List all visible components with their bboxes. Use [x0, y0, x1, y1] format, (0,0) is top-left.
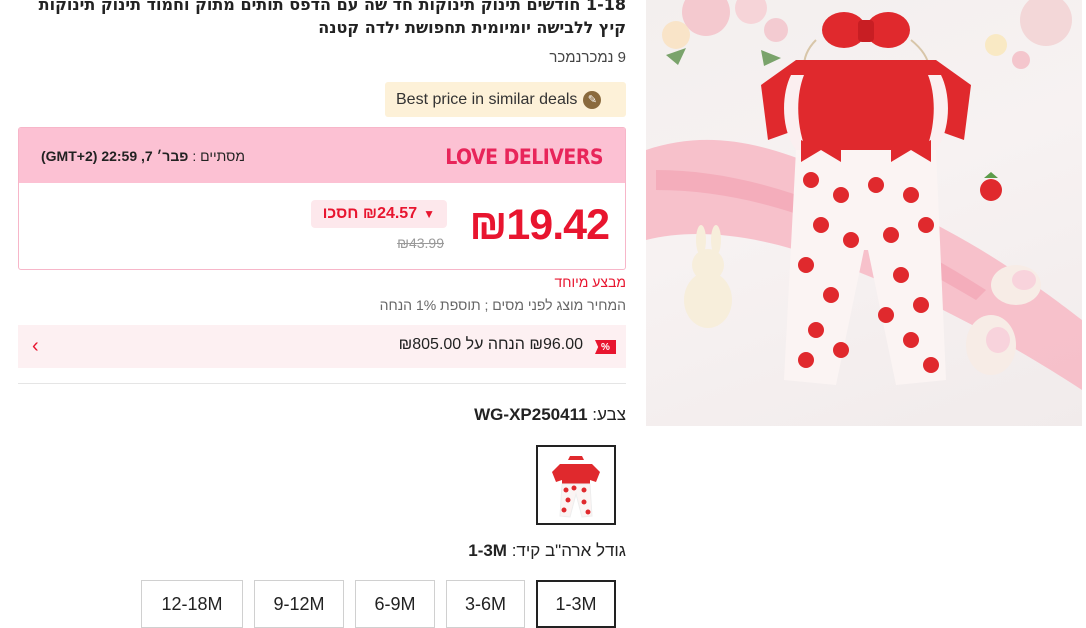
tax-note: המחיר מוצג לפני מסים ; תוספת 1% הנחה	[379, 297, 626, 313]
product-title-line-2: קיץ ללבישה יומיומית תחפושת ילדה קטנה	[318, 18, 626, 37]
product-image[interactable]	[646, 0, 1082, 426]
savings-badge: ▼ ₪24.57 חסכו	[310, 200, 447, 228]
product-title-line-1: 1-18 חודשים תינוק תינוקות חד שה עם הדפס …	[38, 0, 626, 14]
size-value: 1-3M	[468, 541, 507, 560]
price-box: LOVE DELIVERS מסתיים : פבר׳ 7, 22:59 (GM…	[18, 127, 626, 270]
promo-title: LOVE DELIVERS	[445, 145, 603, 169]
size-option-6-9m[interactable]: 6-9M	[355, 580, 435, 628]
color-label-text: צבע:	[592, 405, 626, 424]
size-option-9-12m[interactable]: 9-12M	[254, 580, 344, 628]
chevron-left-icon: ‹	[32, 335, 39, 357]
size-label-text: גודל ארה"ב קיד:	[511, 541, 626, 560]
tag-icon: ✎	[583, 90, 602, 109]
color-label: צבע: WG-XP250411	[474, 405, 626, 425]
current-price: ₪19.42	[469, 201, 610, 249]
down-arrow-icon: ▼	[423, 207, 435, 221]
color-swatch[interactable]	[536, 445, 616, 525]
savings-text: ₪24.57 חסכו	[322, 205, 418, 222]
discount-row[interactable]: ‹ ₪96.00 הנחה על ₪805.00 %	[18, 325, 626, 368]
size-label: גודל ארה"ב קיד: 1-3M	[468, 541, 626, 561]
special-offer-label: מבצע מיוחד	[554, 274, 626, 290]
promo-ends-label: מסתיים :	[192, 148, 245, 164]
discount-text: ₪96.00 הנחה על ₪805.00	[398, 336, 583, 353]
promo-banner: LOVE DELIVERS מסתיים : פבר׳ 7, 22:59 (GM…	[19, 128, 625, 183]
color-value: WG-XP250411	[474, 405, 588, 424]
original-price: ₪43.99	[397, 235, 444, 251]
size-options: 1-3M 3-6M 6-9M 9-12M 12-18M	[141, 580, 616, 628]
best-price-badge[interactable]: Best price in similar deals ✎	[385, 82, 626, 117]
discount-percent-icon: %	[595, 340, 616, 354]
swatch-thumbnail	[552, 456, 600, 518]
sold-count: 9 נמכרנמכר	[549, 49, 626, 66]
size-option-1-3m[interactable]: 1-3M	[536, 580, 616, 628]
promo-countdown: מסתיים : פבר׳ 7, 22:59 (GMT+2)	[41, 148, 245, 164]
product-photo-illustration	[646, 0, 1082, 390]
promo-ends-time: פבר׳ 7, 22:59 (GMT+2)	[41, 148, 189, 164]
size-option-12-18m[interactable]: 12-18M	[141, 580, 243, 628]
product-title: 1-18 חודשים תינוק תינוקות חד שה עם הדפס …	[26, 0, 626, 39]
divider	[18, 383, 626, 384]
size-option-3-6m[interactable]: 3-6M	[446, 580, 525, 628]
best-price-text: Best price in similar deals	[396, 90, 578, 108]
